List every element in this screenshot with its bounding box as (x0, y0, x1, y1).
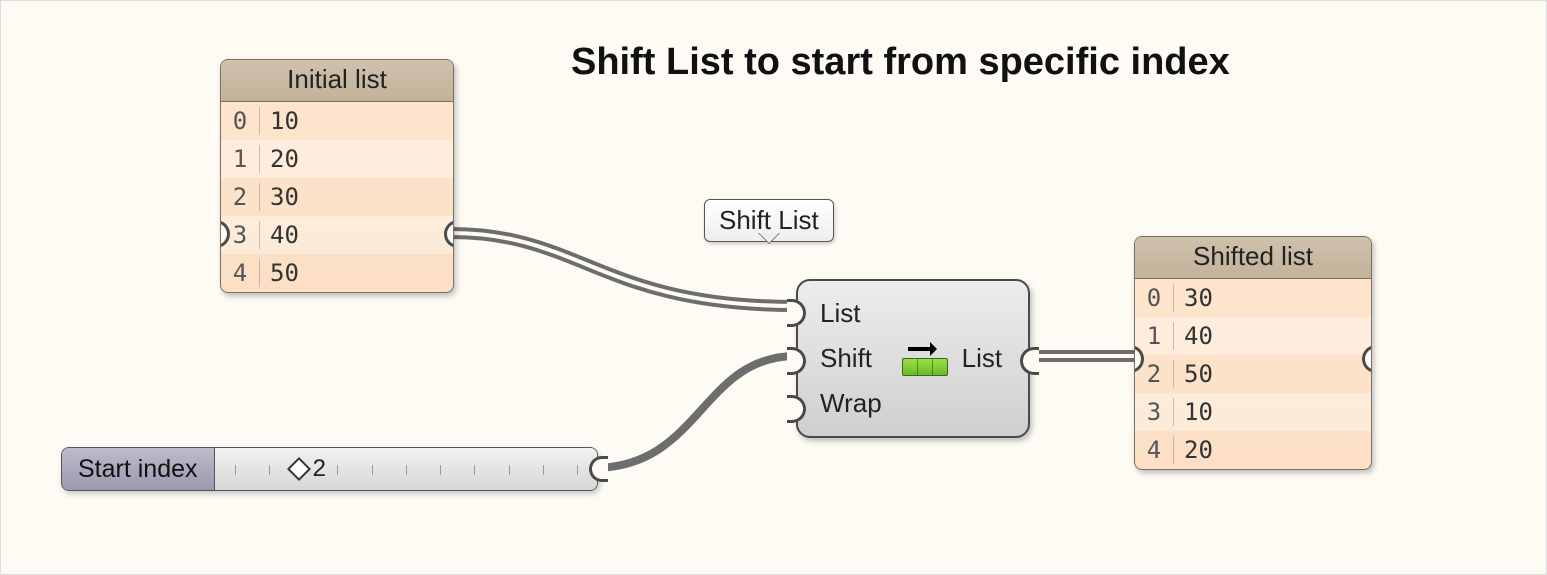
panel-shifted-list[interactable]: Shifted list 030 140 250 310 420 (1134, 236, 1372, 470)
panel-initial-list[interactable]: Initial list 010 120 230 340 450 (220, 59, 454, 293)
slider-ticks (235, 469, 577, 471)
panel-header: Shifted list (1135, 237, 1371, 279)
input-list-label: List (820, 298, 882, 329)
panel-header: Initial list (221, 60, 453, 102)
table-row: 030 (1135, 279, 1371, 317)
slider-label: Start index (62, 448, 215, 490)
table-row: 340 (221, 216, 453, 254)
table-row: 230 (221, 178, 453, 216)
slider-value: 2 (313, 455, 326, 483)
component-inputs: List Shift Wrap (798, 281, 894, 436)
canvas-title: Shift List to start from specific index (571, 41, 1230, 84)
table-row: 250 (1135, 355, 1371, 393)
input-shift-label: Shift (820, 343, 882, 374)
slider-start-index[interactable]: Start index 2 (61, 447, 598, 491)
shift-list-icon (902, 340, 948, 378)
component-outputs: List (956, 281, 1024, 436)
panel-rows: 030 140 250 310 420 (1135, 279, 1371, 469)
input-wrap-label: Wrap (820, 388, 882, 419)
grasshopper-canvas[interactable]: Shift List to start from specific index … (0, 0, 1547, 575)
table-row: 010 (221, 102, 453, 140)
output-list-label: List (962, 343, 1002, 374)
slider-knob[interactable] (287, 457, 311, 481)
table-row: 120 (221, 140, 453, 178)
table-row: 420 (1135, 431, 1371, 469)
component-shift-list[interactable]: List Shift Wrap List (796, 279, 1030, 438)
table-row: 450 (221, 254, 453, 292)
slider-track[interactable]: 2 (215, 448, 597, 490)
component-tooltip: Shift List (704, 199, 834, 242)
panel-rows: 010 120 230 340 450 (221, 102, 453, 292)
table-row: 140 (1135, 317, 1371, 355)
slider-output-grip[interactable] (589, 456, 608, 482)
table-row: 310 (1135, 393, 1371, 431)
